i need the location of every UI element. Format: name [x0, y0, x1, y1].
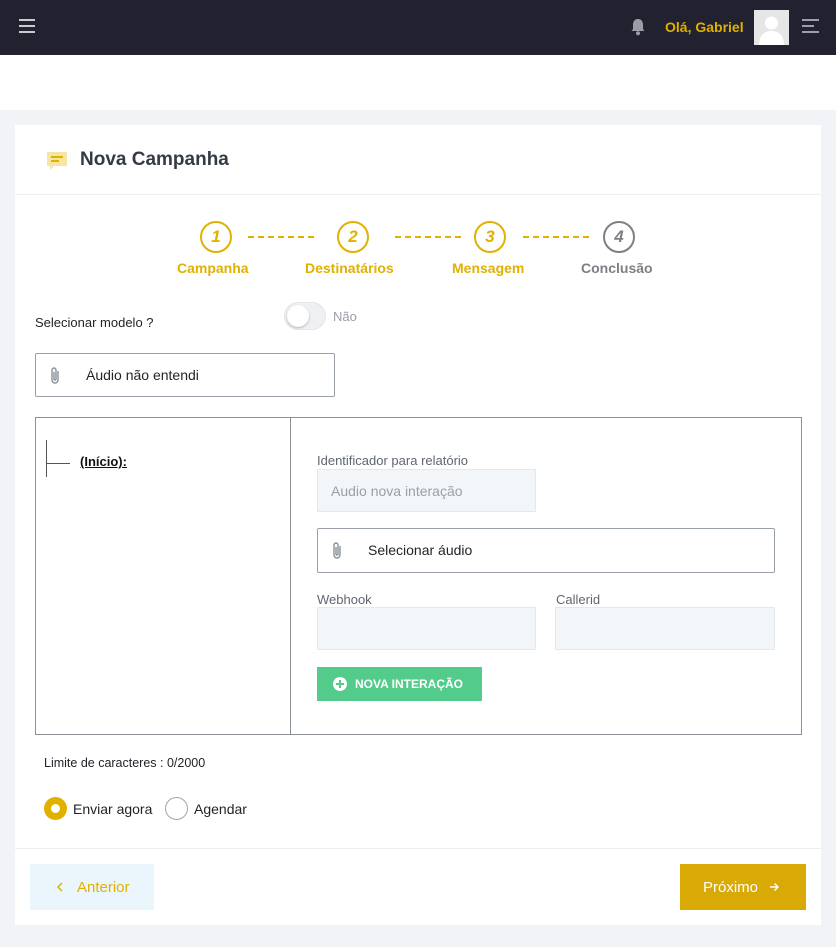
toggle-knob: [287, 305, 309, 327]
step-connector: [395, 236, 461, 238]
new-interaction-label: NOVA INTERAÇÃO: [355, 677, 463, 691]
next-button[interactable]: Próximo: [680, 864, 806, 910]
webhook-input[interactable]: [317, 607, 536, 650]
tree-node-root[interactable]: (Início):: [80, 454, 127, 469]
audio-file-selector[interactable]: Áudio não entendi: [35, 353, 335, 397]
tree-line: [46, 463, 70, 464]
next-label: Próximo: [703, 879, 759, 896]
subheader-bar: [0, 55, 836, 110]
step-2-circle: 2: [337, 221, 369, 253]
webhook-label: Webhook: [317, 592, 372, 607]
card-header: Nova Campanha: [15, 125, 821, 195]
step-3-label: Mensagem: [452, 260, 525, 276]
callerid-input[interactable]: [555, 607, 775, 650]
paperclip-icon: [51, 367, 59, 384]
step-3-circle: 3: [474, 221, 506, 253]
top-navbar: Olá, Gabriel: [0, 0, 836, 55]
select-model-toggle[interactable]: [284, 302, 326, 330]
step-connector: [523, 236, 589, 238]
page-title: Nova Campanha: [80, 149, 229, 170]
schedule-label[interactable]: Agendar: [194, 801, 247, 817]
paperclip-icon: [333, 542, 341, 559]
arrow-right-icon: [770, 883, 779, 891]
send-now-label[interactable]: Enviar agora: [73, 801, 152, 817]
message-icon: [47, 152, 67, 170]
callerid-label: Callerid: [556, 592, 601, 607]
select-audio-button[interactable]: Selecionar áudio: [317, 528, 775, 573]
schedule-radio[interactable]: [165, 797, 188, 820]
bell-icon[interactable]: [628, 17, 648, 37]
tree-line: [46, 440, 47, 477]
tree-view: (Início):: [36, 418, 291, 734]
hamburger-icon[interactable]: [19, 19, 35, 33]
menu-lines-icon[interactable]: [802, 19, 819, 33]
user-greeting[interactable]: Olá, Gabriel: [665, 19, 744, 35]
previous-button[interactable]: Anterior: [30, 864, 154, 910]
new-interaction-button[interactable]: NOVA INTERAÇÃO: [317, 667, 482, 701]
step-4-circle: 4: [603, 221, 635, 253]
footer-divider: [15, 848, 821, 849]
chevron-left-icon: [56, 882, 63, 892]
select-audio-label: Selecionar áudio: [368, 542, 473, 558]
report-id-label: Identificador para relatório: [317, 453, 469, 468]
step-2-label: Destinatários: [305, 260, 394, 276]
select-model-label: Selecionar modelo ?: [35, 315, 154, 330]
report-id-input[interactable]: [317, 469, 536, 512]
step-1-label: Campanha: [177, 260, 249, 276]
plus-circle-icon: [333, 677, 347, 691]
step-1-circle: 1: [200, 221, 232, 253]
interaction-tree-panel: (Início): Identificador para relatório S…: [35, 417, 802, 735]
step-connector: [248, 236, 314, 238]
send-now-radio[interactable]: [44, 797, 67, 820]
avatar[interactable]: [754, 10, 789, 45]
previous-label: Anterior: [77, 879, 130, 896]
toggle-state-label: Não: [333, 309, 357, 324]
step-4-label: Conclusão: [581, 260, 653, 276]
audio-file-name: Áudio não entendi: [86, 367, 199, 383]
user-silhouette-icon: [759, 16, 784, 45]
char-limit-counter: Limite de caracteres : 0/2000: [44, 756, 206, 770]
campaign-card: Nova Campanha 1 Campanha 2 Destinatários…: [15, 125, 821, 925]
